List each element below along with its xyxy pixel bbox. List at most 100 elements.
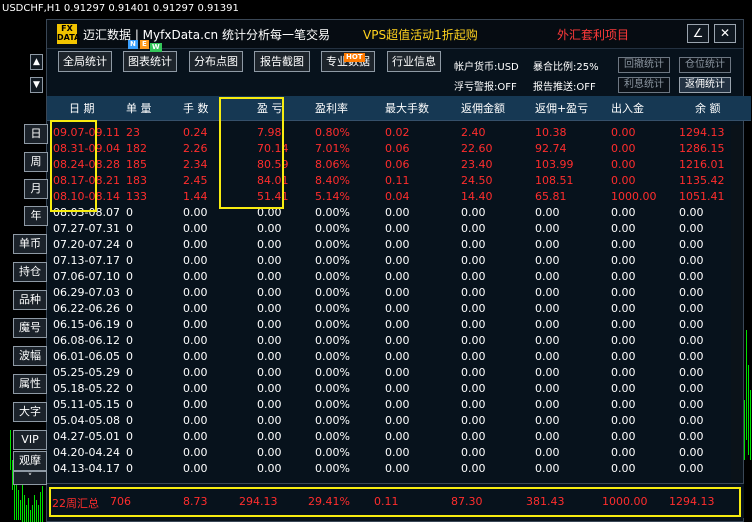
table-row[interactable]: 08.03-08.07 0 0.00 0.00 0.00% 0.00 0.00 0.00 0.0… — [47, 205, 751, 221]
col-date[interactable]: 日 期 — [47, 96, 120, 121]
cell-date: 05.04-05.08 — [53, 414, 120, 427]
attribute-button[interactable]: 属性 — [13, 374, 47, 394]
cell-rate: 8.40% — [314, 174, 350, 187]
table-row[interactable]: 06.22-06.26 0 0.00 0.00 0.00% 0.00 0.00 0.00 0.0… — [47, 301, 751, 317]
col-profit-rate[interactable]: 盈利率 — [308, 96, 379, 121]
rebate-stats-button[interactable]: 返佣统计 — [679, 77, 731, 93]
cell-date: 04.27-05.01 — [53, 430, 120, 443]
arbitrage-link[interactable]: 外汇套利项目 — [557, 26, 629, 43]
close-icon[interactable]: ✕ — [714, 24, 736, 43]
cell-flow: 0.00 — [610, 446, 636, 459]
table-row[interactable]: 04.20-04.24 0 0.00 0.00 0.00% 0.00 0.00 0.00 0.0… — [47, 445, 751, 461]
holdings-button[interactable]: 持仓 — [13, 262, 47, 282]
cell-date: 05.11-05.15 — [53, 398, 120, 411]
table-row[interactable]: 07.06-07.10 0 0.00 0.00 0.00% 0.00 0.00 0.00 0.0… — [47, 269, 751, 285]
cell-flow: 0.00 — [610, 174, 636, 187]
amplitude-button[interactable]: 波幅 — [13, 346, 47, 366]
chart-title: USDCHF,H1 0.91297 0.91401 0.91297 0.9139… — [2, 3, 239, 14]
table-row[interactable]: 06.01-06.05 0 0.00 0.00 0.00% 0.00 0.00 0.00 0.0… — [47, 349, 751, 365]
vip-button[interactable]: VIP — [13, 430, 47, 450]
cell-max-lots: 0.00 — [384, 270, 410, 283]
cell-rebate-pnl: 0.00 — [534, 446, 560, 459]
cell-rebate: 0.00 — [460, 382, 486, 395]
table-row[interactable]: 05.11-05.15 0 0.00 0.00 0.00% 0.00 0.00 0.00 0.0… — [47, 397, 751, 413]
chart-stats-button[interactable]: 图表统计 — [123, 51, 177, 72]
cell-rate: 0.00% — [314, 446, 350, 459]
period-day-button[interactable]: 日 — [24, 124, 48, 144]
table-row[interactable]: 08.10-08.14 133 1.44 51.41 5.14% 0.04 14.40 65.… — [47, 189, 751, 205]
col-max-lots[interactable]: 最大手数 — [378, 96, 455, 121]
cell-rate: 0.00% — [314, 414, 350, 427]
position-stats-button[interactable]: 仓位统计 — [679, 57, 731, 73]
cell-lots: 0.00 — [182, 350, 208, 363]
table-row[interactable]: 07.27-07.31 0 0.00 0.00 0.00% 0.00 0.00 0.00 0.0… — [47, 221, 751, 237]
cell-orders: 0 — [125, 398, 133, 411]
cell-rate: 0.00% — [314, 302, 350, 315]
col-rebate-pnl[interactable]: 返佣+盈亏 — [528, 96, 605, 121]
cell-pnl: 0.00 — [256, 366, 282, 379]
price-candle — [42, 486, 43, 522]
cell-orders: 0 — [125, 318, 133, 331]
cell-orders: 0 — [125, 430, 133, 443]
magic-number-button[interactable]: 魔号 — [13, 318, 47, 338]
interest-stats-button[interactable]: 利息统计 — [618, 77, 670, 93]
table-row[interactable]: 08.31-09.04 182 2.26 70.14 7.01% 0.06 22.60 92.… — [47, 141, 751, 157]
cell-rebate: 0.00 — [460, 286, 486, 299]
table-row[interactable]: 04.13-04.17 0 0.00 0.00 0.00% 0.00 0.00 0.00 0.0… — [47, 461, 751, 477]
table-row[interactable]: 05.18-05.22 0 0.00 0.00 0.00% 0.00 0.00 0.00 0.0… — [47, 381, 751, 397]
table-row[interactable]: 05.25-05.29 0 0.00 0.00 0.00% 0.00 0.00 0.00 0.0… — [47, 365, 751, 381]
table-row[interactable]: 06.08-06.12 0 0.00 0.00 0.00% 0.00 0.00 0.00 0.0… — [47, 333, 751, 349]
cell-pnl: 0.00 — [256, 414, 282, 427]
table-row[interactable]: 06.15-06.19 0 0.00 0.00 0.00% 0.00 0.00 0.00 0.0… — [47, 317, 751, 333]
period-month-button[interactable]: 月 — [24, 179, 48, 199]
industry-info-button[interactable]: 行业信息 — [387, 51, 441, 72]
cell-orders: 0 — [125, 350, 133, 363]
symbol-button[interactable]: 品种 — [13, 290, 47, 310]
cell-rate: 0.00% — [314, 398, 350, 411]
col-cash-flow[interactable]: 出入金 — [604, 96, 673, 121]
period-year-button[interactable]: 年 — [24, 206, 48, 226]
price-candle — [38, 505, 39, 522]
period-week-button[interactable]: 周 — [24, 152, 48, 172]
report-push-status: 报告推送:OFF — [533, 82, 596, 93]
price-candle — [22, 485, 23, 522]
vps-promo-link[interactable]: VPS超值活动1折起购 — [363, 26, 478, 43]
arrow-down-icon[interactable]: ▼ — [30, 77, 43, 93]
distribution-chart-button[interactable]: 分布点图 — [189, 51, 243, 72]
cell-rebate: 0.00 — [460, 366, 486, 379]
table-row[interactable]: 07.13-07.17 0 0.00 0.00 0.00% 0.00 0.00 0.00 0.0… — [47, 253, 751, 269]
new-badge-e: E — [140, 40, 149, 49]
cell-rebate: 0.00 — [460, 222, 486, 235]
col-balance[interactable]: 余 额 — [672, 96, 751, 121]
table-row[interactable]: 06.29-07.03 0 0.00 0.00 0.00% 0.00 0.00 0.00 0.0… — [47, 285, 751, 301]
cell-pnl: 0.00 — [256, 222, 282, 235]
single-currency-button[interactable]: 单币 — [13, 234, 47, 254]
table-scrollbar[interactable] — [731, 125, 743, 481]
cell-rebate-pnl: 0.00 — [534, 430, 560, 443]
cell-rebate: 0.00 — [460, 302, 486, 315]
col-rebate[interactable]: 返佣金额 — [454, 96, 529, 121]
cell-max-lots: 0.00 — [384, 302, 410, 315]
cell-pnl: 0.00 — [256, 430, 282, 443]
chevron-down-icon[interactable]: ˅ — [13, 471, 47, 485]
cell-pnl: 0.00 — [256, 382, 282, 395]
watch-button[interactable]: 观摩 — [13, 451, 47, 471]
arrow-up-icon[interactable]: ▲ — [30, 54, 43, 70]
large-text-button[interactable]: 大字 — [13, 402, 47, 422]
cell-flow: 0.00 — [610, 142, 636, 155]
table-row[interactable]: 08.17-08.21 183 2.45 84.01 8.40% 0.11 24.50 108… — [47, 173, 751, 189]
table-row[interactable]: 09.07-09.11 23 0.24 7.98 0.80% 0.02 2.40 10.38 0… — [47, 121, 751, 142]
table-row[interactable]: 07.20-07.24 0 0.00 0.00 0.00% 0.00 0.00 0.00 0.0… — [47, 237, 751, 253]
cell-lots: 0.00 — [182, 398, 208, 411]
table-row[interactable]: 04.27-05.01 0 0.00 0.00 0.00% 0.00 0.00 0.00 0.0… — [47, 429, 751, 445]
price-candle — [40, 492, 41, 522]
col-orders[interactable]: 单 量 — [119, 96, 177, 121]
report-screenshot-button[interactable]: 报告截图 — [254, 51, 310, 72]
highlight-pnl-box — [219, 97, 284, 209]
pencil-icon[interactable]: ∠ — [687, 24, 709, 43]
drawdown-stats-button[interactable]: 回撤统计 — [618, 57, 670, 73]
table-row[interactable]: 05.04-05.08 0 0.00 0.00 0.00% 0.00 0.00 0.00 0.0… — [47, 413, 751, 429]
table-row[interactable]: 08.24-08.28 185 2.34 80.59 8.06% 0.06 23.40 103… — [47, 157, 751, 173]
global-stats-button[interactable]: 全局统计 — [58, 51, 112, 72]
cell-max-lots: 0.00 — [384, 398, 410, 411]
